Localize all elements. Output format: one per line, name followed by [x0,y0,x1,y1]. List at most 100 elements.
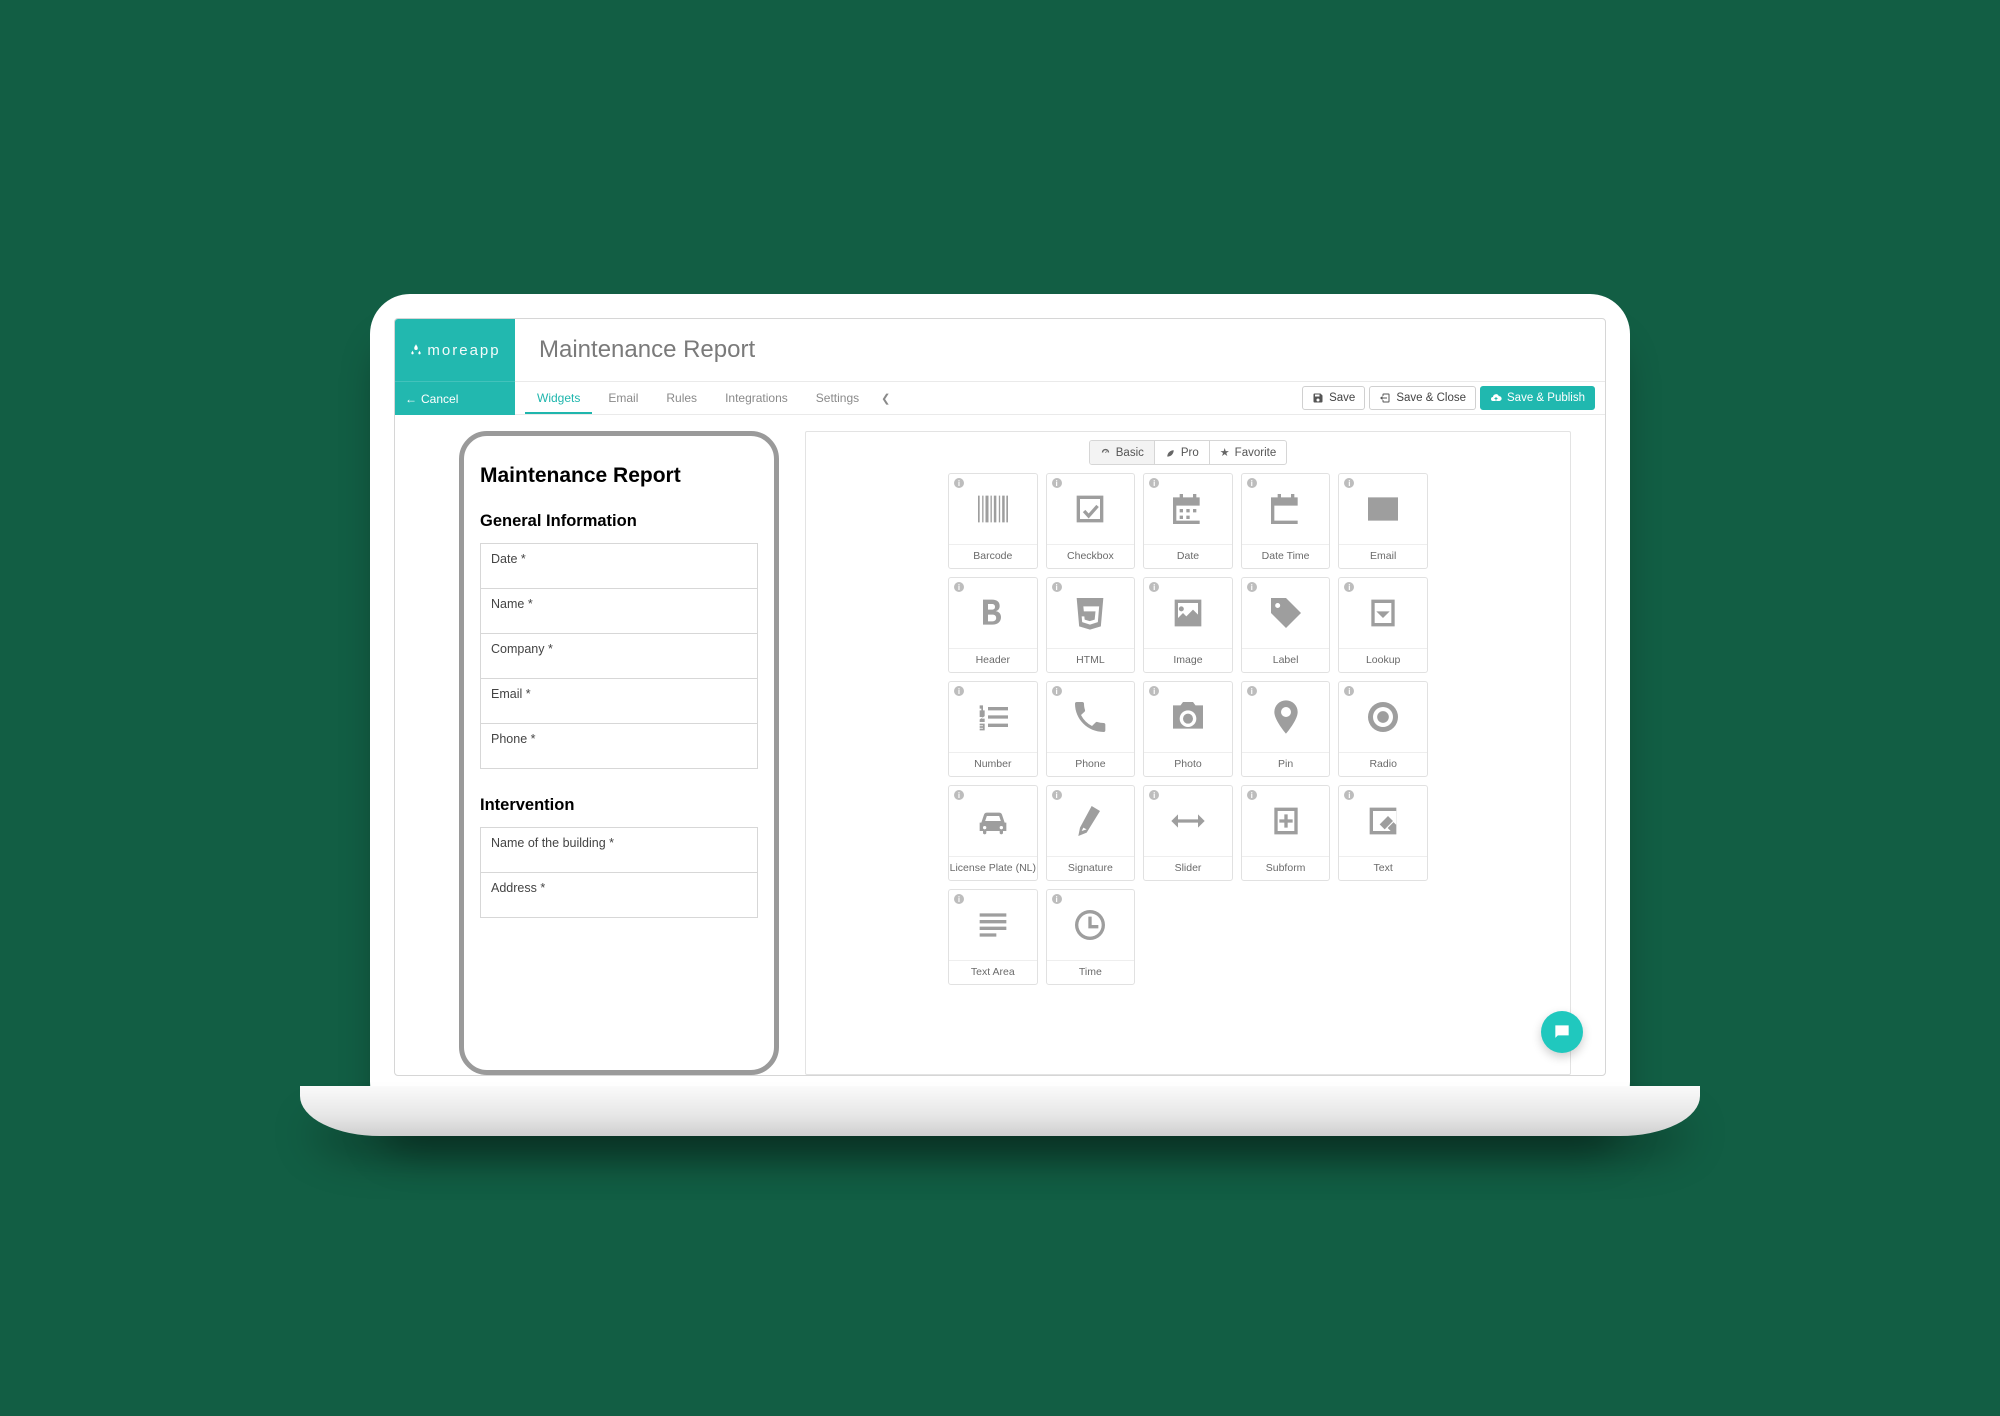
info-icon[interactable]: i [1344,686,1354,696]
info-icon[interactable]: i [1052,790,1062,800]
widget-time[interactable]: iTime [1046,889,1136,985]
widget-subform[interactable]: iSubform [1241,785,1331,881]
text-icon [1363,786,1403,856]
widget-html[interactable]: i HTML [1046,577,1136,673]
widget-slider[interactable]: i Slider [1143,785,1233,881]
widget-signature[interactable]: i Signature [1046,785,1136,881]
page-title: Maintenance Report [515,319,1605,381]
save-close-button[interactable]: Save & Close [1369,386,1476,410]
widget-label: Radio [1339,752,1427,770]
cancel-button[interactable]: ← Cancel [395,381,515,415]
widget-label: Checkbox [1047,544,1135,562]
info-icon[interactable]: i [1052,894,1062,904]
filter-pro[interactable]: Pro [1155,441,1210,464]
preview-field[interactable]: Name of the building * [480,827,758,873]
form-preview: Maintenance Report General InformationDa… [459,431,779,1075]
widget-textarea[interactable]: i Text Area [948,889,1038,985]
info-icon[interactable]: i [1149,686,1159,696]
info-icon[interactable]: i [1052,478,1062,488]
widget-text[interactable]: i Text [1338,785,1428,881]
tab-widgets[interactable]: Widgets [525,383,592,414]
arrow-left-icon: ← [405,392,417,406]
radio-icon [1363,682,1403,752]
filter-basic[interactable]: Basic [1090,441,1155,464]
save-close-label: Save & Close [1396,392,1466,404]
tab-integrations[interactable]: Integrations [713,383,800,414]
preview-field[interactable]: Name * [480,588,758,634]
preview-field[interactable]: Email * [480,678,758,724]
widget-barcode[interactable]: i Barcode [948,473,1038,569]
info-icon[interactable]: i [1149,790,1159,800]
html-icon [1070,578,1110,648]
subform-icon [1266,786,1306,856]
lookup-icon [1363,578,1403,648]
widget-label: Text [1339,856,1427,874]
info-icon[interactable]: i [954,478,964,488]
widget-label: HTML [1047,648,1135,666]
info-icon[interactable]: i [1344,478,1354,488]
widget-label: Signature [1047,856,1135,874]
widget-header[interactable]: iHeader [948,577,1038,673]
widget-label[interactable]: iLabel [1241,577,1331,673]
widget-pin[interactable]: iPin [1241,681,1331,777]
widget-lookup[interactable]: iLookup [1338,577,1428,673]
preview-field[interactable]: Date * [480,543,758,589]
info-icon[interactable]: i [1344,790,1354,800]
save-button[interactable]: Save [1302,386,1365,410]
widget-date[interactable]: iDate [1143,473,1233,569]
info-icon[interactable]: i [954,582,964,592]
widget-label: Phone [1047,752,1135,770]
widget-phone[interactable]: i Phone [1046,681,1136,777]
cloud-upload-icon [1490,392,1502,404]
info-icon[interactable]: i [1247,686,1257,696]
tabs-more-icon[interactable]: ❮ [875,392,896,405]
filter-favorite[interactable]: ★ Favorite [1210,441,1286,464]
license-icon [973,786,1013,856]
photo-icon [1168,682,1208,752]
widget-license[interactable]: iLicense Plate (NL) [948,785,1038,881]
info-icon[interactable]: i [1344,582,1354,592]
info-icon[interactable]: i [1149,582,1159,592]
info-icon[interactable]: i [1149,478,1159,488]
chat-button[interactable] [1541,1011,1583,1053]
widget-radio[interactable]: i Radio [1338,681,1428,777]
widget-image[interactable]: iImage [1143,577,1233,673]
image-icon [1168,578,1208,648]
preview-section-heading: Intervention [480,796,758,815]
preview-field[interactable]: Phone * [480,723,758,769]
widget-checkbox[interactable]: i Checkbox [1046,473,1136,569]
widget-email[interactable]: i Email [1338,473,1428,569]
info-icon[interactable]: i [1247,582,1257,592]
brand-logo[interactable]: moreapp [395,319,515,381]
barcode-icon [973,474,1013,544]
info-icon[interactable]: i [954,790,964,800]
phone-icon [1070,682,1110,752]
info-icon[interactable]: i [954,686,964,696]
save-publish-button[interactable]: Save & Publish [1480,386,1595,410]
cancel-label: Cancel [421,392,458,406]
widget-label: Slider [1144,856,1232,874]
email-icon [1363,474,1403,544]
widget-datetime[interactable]: iDate Time [1241,473,1331,569]
preview-field[interactable]: Address * [480,872,758,918]
info-icon[interactable]: i [1052,582,1062,592]
tab-email[interactable]: Email [596,383,650,414]
tab-rules[interactable]: Rules [654,383,709,414]
widget-label: Email [1339,544,1427,562]
widget-number[interactable]: iNumber [948,681,1038,777]
widget-label: Barcode [949,544,1037,562]
info-icon[interactable]: i [1247,478,1257,488]
tab-settings[interactable]: Settings [804,383,871,414]
save-publish-label: Save & Publish [1507,392,1585,404]
info-icon[interactable]: i [1052,686,1062,696]
datetime-icon [1266,474,1306,544]
chat-icon [1552,1022,1572,1042]
info-icon[interactable]: i [954,894,964,904]
widget-label: Text Area [949,960,1037,978]
widget-photo[interactable]: iPhoto [1143,681,1233,777]
preview-field[interactable]: Company * [480,633,758,679]
header-icon [973,578,1013,648]
signature-icon [1070,786,1110,856]
brand-name: moreapp [427,342,500,359]
info-icon[interactable]: i [1247,790,1257,800]
